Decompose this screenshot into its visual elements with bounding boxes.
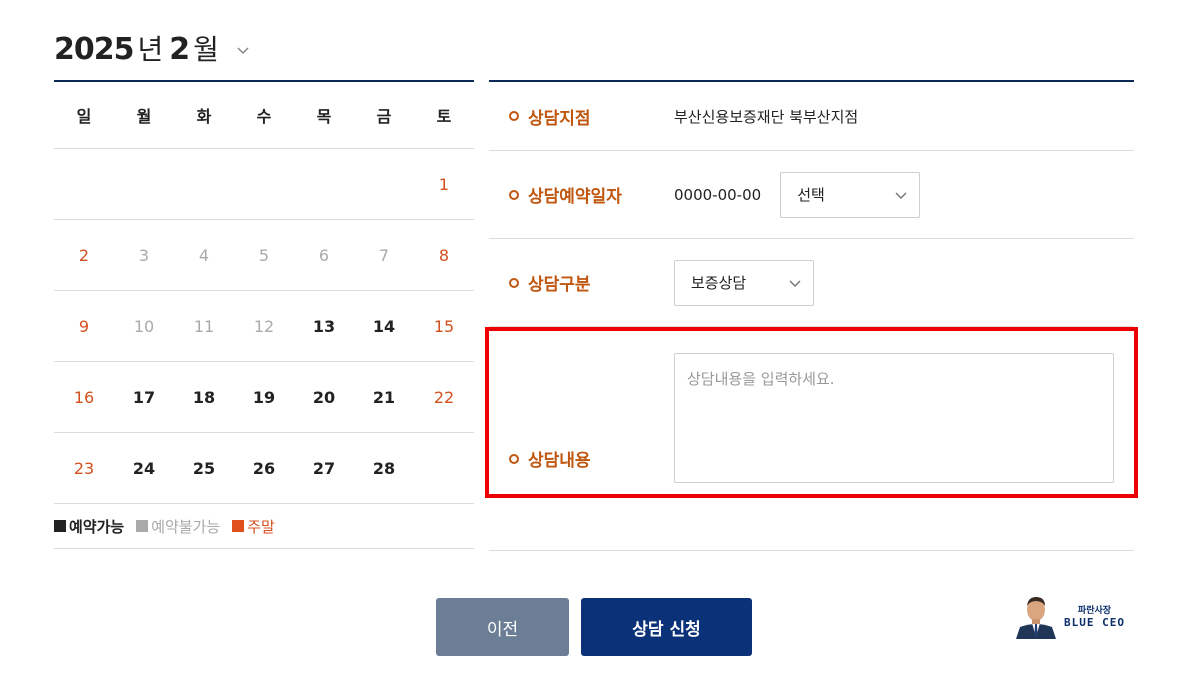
calendar-day-avail[interactable]: 17 xyxy=(114,388,174,407)
branch-value: 부산신용보증재단 북부산지점 xyxy=(674,107,859,126)
legend-unavailable: 예약불가능 xyxy=(136,516,220,537)
date-row: 상담예약일자 0000-00-00 선택 xyxy=(489,151,1134,239)
calendar-day-weekend: 23 xyxy=(73,458,95,478)
calendar-day-unavail: 12 xyxy=(253,316,275,336)
date-label: 상담예약일자 xyxy=(489,182,674,207)
calendar-day-weekend: 8 xyxy=(438,245,450,265)
calendar-week-row: 16 17 18 19 20 21 22 xyxy=(54,362,474,433)
month-number: 2 xyxy=(169,32,190,67)
blue-ceo-logo: 파란사장 BLUE CEO xyxy=(1012,593,1125,639)
date-value: 0000-00-00 xyxy=(674,185,762,204)
calendar-day-unavail: 5 xyxy=(258,245,270,265)
calendar-day-avail[interactable]: 14 xyxy=(354,317,414,336)
weekday-label: 화 xyxy=(196,107,212,126)
logo-korean-text: 파란사장 xyxy=(1077,606,1112,616)
legend-weekend-label: 주말 xyxy=(247,517,275,536)
category-select[interactable]: 보증상담 xyxy=(674,259,814,306)
logo-text: 파란사장 BLUE CEO xyxy=(1064,603,1125,629)
calendar-day-avail[interactable]: 20 xyxy=(294,388,354,407)
calendar-day-weekend: 1 xyxy=(438,174,450,194)
time-select-value: 선택 xyxy=(797,186,825,204)
square-icon xyxy=(54,520,66,532)
calendar-week-row: 2 3 4 5 6 7 8 xyxy=(54,220,474,291)
calendar-day-avail[interactable]: 26 xyxy=(234,459,294,478)
calendar-day-weekend: 15 xyxy=(433,316,455,336)
calendar-day-weekend: 22 xyxy=(433,387,455,407)
category-select-value: 보증상담 xyxy=(691,274,747,292)
calendar-day-avail[interactable]: 28 xyxy=(354,459,414,478)
logo-english-text: BLUE CEO xyxy=(1064,616,1125,629)
category-label: 상담구분 xyxy=(489,270,674,295)
calendar-day-weekend: 16 xyxy=(73,387,95,407)
calendar-day-avail[interactable]: 25 xyxy=(174,459,234,478)
year-unit: 년 xyxy=(137,33,164,66)
calendar-day-unavail: 4 xyxy=(198,245,210,265)
legend-weekend: 주말 xyxy=(232,516,275,537)
calendar-day-unavail: 6 xyxy=(318,245,330,265)
month-selector[interactable]: 2025 년 2 월 xyxy=(54,28,249,68)
bullet-icon xyxy=(509,277,519,288)
branch-row: 상담지점 부산신용보증재단 북부산지점 xyxy=(489,82,1134,151)
calendar-day-avail[interactable]: 27 xyxy=(294,459,354,478)
calendar-week-row: 1 xyxy=(54,149,474,220)
calendar-week-row: 23 24 25 26 27 28 xyxy=(54,433,474,504)
square-icon xyxy=(232,520,245,532)
year-number: 2025 xyxy=(54,32,134,67)
calendar: 일 월 화 수 목 금 토 1 2 3 4 5 6 7 8 9 10 11 12 13 14 15 16 17 1… xyxy=(54,80,474,549)
calendar-day-avail[interactable]: 21 xyxy=(354,388,414,407)
prev-button[interactable]: 이전 xyxy=(436,598,569,656)
bullet-icon xyxy=(509,111,519,121)
chevron-down-icon[interactable] xyxy=(237,40,249,59)
weekday-label: 목 xyxy=(316,107,332,126)
weekday-label: 수 xyxy=(256,107,272,126)
calendar-day-unavail: 3 xyxy=(138,245,150,265)
calendar-day-unavail: 10 xyxy=(133,316,155,336)
bullet-icon xyxy=(509,189,519,200)
legend-available-label: 예약가능 xyxy=(69,517,125,536)
month-unit: 월 xyxy=(193,33,219,66)
highlight-box xyxy=(485,327,1138,498)
branch-label: 상담지점 xyxy=(489,104,674,129)
calendar-day-avail[interactable]: 24 xyxy=(114,459,174,478)
submit-button[interactable]: 상담 신청 xyxy=(581,598,752,656)
calendar-day-avail[interactable]: 18 xyxy=(174,388,234,407)
calendar-day-unavail: 7 xyxy=(378,245,390,265)
calendar-day-weekend: 2 xyxy=(78,245,90,265)
branch-label-text: 상담지점 xyxy=(528,108,591,129)
chevron-down-icon xyxy=(789,274,801,292)
calendar-legend: 예약가능 예약불가능 주말 xyxy=(54,504,474,549)
calendar-day-avail[interactable]: 19 xyxy=(234,388,294,407)
legend-available: 예약가능 xyxy=(54,516,124,537)
calendar-day-weekend: 9 xyxy=(78,316,90,336)
weekday-label: 토 xyxy=(436,107,452,126)
category-label-text: 상담구분 xyxy=(528,275,591,295)
weekday-label: 일 xyxy=(76,107,92,126)
weekday-label: 금 xyxy=(376,107,392,126)
ceo-portrait-icon xyxy=(1012,593,1060,639)
calendar-day-avail[interactable]: 13 xyxy=(294,317,354,336)
category-row: 상담구분 보증상담 xyxy=(489,239,1134,327)
calendar-body: 1 2 3 4 5 6 7 8 9 10 11 12 13 14 15 16 17 18 19 20 21 22 23 24 2… xyxy=(54,149,474,504)
date-label-text: 상담예약일자 xyxy=(528,187,622,207)
chevron-down-icon xyxy=(895,186,907,204)
calendar-day-unavail: 11 xyxy=(193,316,215,336)
calendar-week-row: 9 10 11 12 13 14 15 xyxy=(54,291,474,362)
square-icon xyxy=(136,520,149,532)
weekday-label: 월 xyxy=(136,107,152,126)
legend-unavailable-label: 예약불가능 xyxy=(151,517,221,536)
time-select[interactable]: 선택 xyxy=(780,171,921,218)
weekday-header: 일 월 화 수 목 금 토 xyxy=(54,82,474,149)
